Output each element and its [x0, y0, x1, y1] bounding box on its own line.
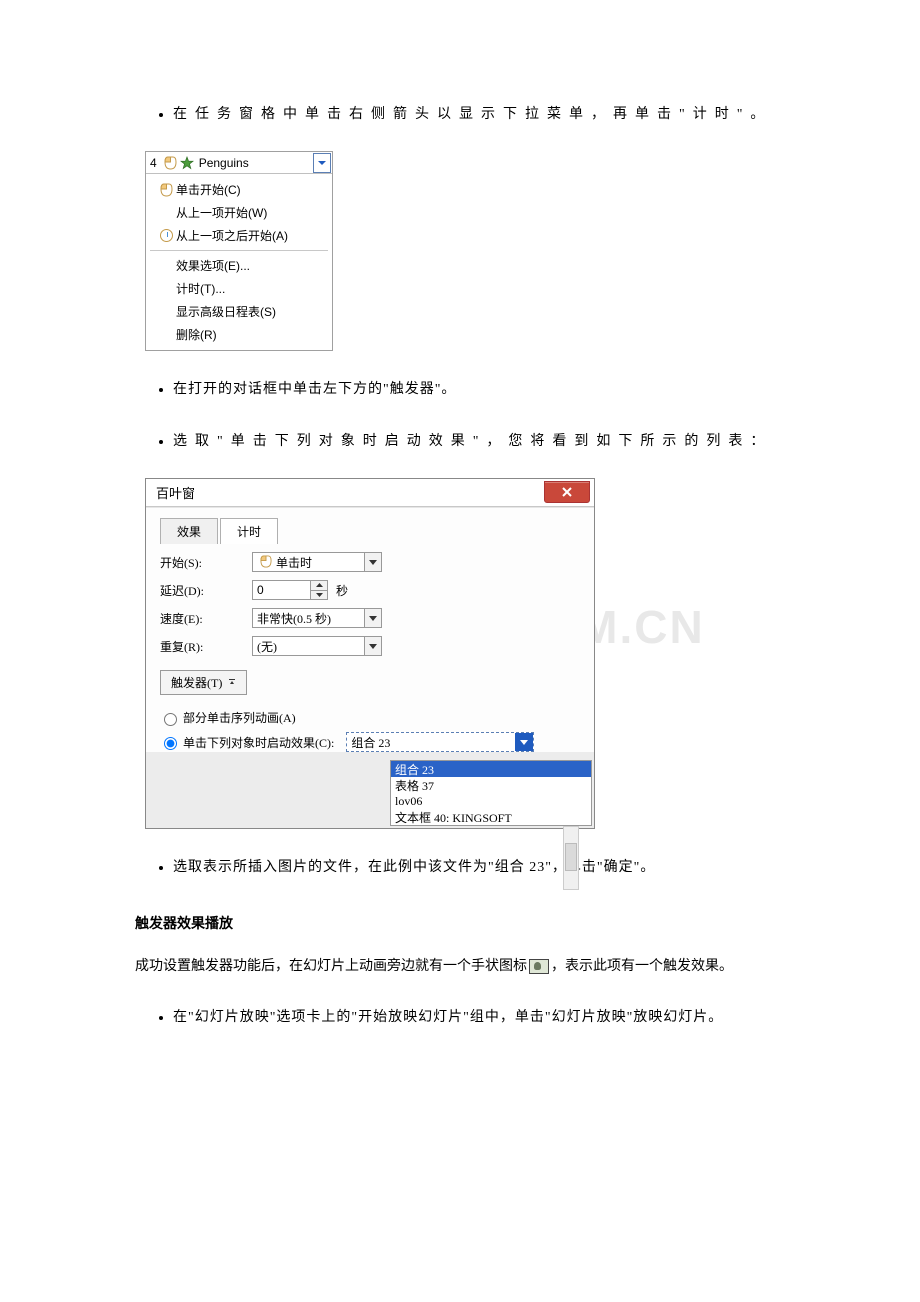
menu-item-label: 效果选项(E)...	[176, 257, 250, 274]
list-item[interactable]: 表格 37	[391, 777, 591, 793]
mouse-click-icon	[260, 555, 273, 569]
start-combo[interactable]: 单击时	[252, 552, 382, 572]
menu-item-label: 从上一项开始(W)	[176, 204, 267, 221]
menu-item-label: 从上一项之后开始(A)	[176, 227, 288, 244]
chevron-down-icon	[364, 637, 381, 655]
close-button[interactable]	[544, 481, 590, 503]
dropdown-arrow-button[interactable]	[313, 153, 331, 173]
repeat-value: (无)	[257, 638, 277, 655]
para-trigger-result: 成功设置触发器功能后，在幻灯片上动画旁边就有一个手状图标 ，表示此项有一个触发效果…	[135, 951, 785, 983]
chevron-down-icon	[515, 733, 533, 751]
menu-item-timing[interactable]: 计时(T)...	[146, 277, 332, 300]
delay-unit: 秒	[336, 582, 348, 599]
radio-sequence[interactable]	[164, 713, 177, 726]
menu-separator	[150, 250, 328, 251]
dialog-title: 百叶窗	[156, 483, 544, 502]
dropdown-menu-body: 单击开始(C) 从上一项开始(W) 从上一项之后开始(A) 效果选项(E)...	[146, 174, 332, 350]
spin-down-icon	[311, 591, 327, 600]
bullet-step-2: 在打开的对话框中单击左下方的"触发器"。	[173, 375, 785, 404]
chevron-up-icon	[228, 675, 236, 690]
menu-item-label: 单击开始(C)	[176, 181, 241, 198]
dropdown-header: 4 Penguins	[146, 152, 332, 174]
list-item[interactable]: 文本框 40: KINGSOFT	[391, 809, 591, 825]
menu-item-label: 计时(T)...	[176, 280, 225, 297]
close-icon	[561, 487, 573, 497]
menu-item-show-timeline[interactable]: 显示高级日程表(S)	[146, 300, 332, 323]
para-part-b: ，表示此项有一个触发效果。	[551, 959, 733, 974]
bullet-play: 在"幻灯片放映"选项卡上的"开始放映幻灯片"组中，单击"幻灯片放映"放映幻灯片。	[173, 1003, 785, 1032]
trigger-toggle-button[interactable]: 触发器(T)	[160, 670, 247, 695]
trigger-button-label: 触发器(T)	[171, 674, 222, 691]
radio-click-object[interactable]	[164, 737, 177, 750]
bullet-step-4: 选取表示所插入图片的文件，在此例中该文件为"组合 23"，单击"确定"。	[173, 853, 785, 882]
menu-item-label: 显示高级日程表(S)	[176, 303, 276, 320]
start-value: 单击时	[276, 554, 312, 571]
radio-click-object-label: 单击下列对象时启动效果(C):	[183, 734, 334, 751]
trigger-object-dropdown-list[interactable]: 组合 23 表格 37 lov06 文本框 40: KINGSOFT	[390, 760, 592, 826]
menu-item-with-previous[interactable]: 从上一项开始(W)	[146, 201, 332, 224]
list-item[interactable]: lov06	[391, 793, 591, 809]
trigger-object-combo[interactable]: 组合 23	[346, 732, 534, 752]
menu-item-click-start[interactable]: 单击开始(C)	[146, 178, 332, 201]
delay-label: 延迟(D):	[160, 582, 252, 599]
mouse-click-icon	[160, 183, 173, 197]
list-item[interactable]: 组合 23	[391, 761, 591, 777]
list-scrollbar[interactable]	[563, 826, 579, 890]
delay-value: 0	[253, 581, 310, 599]
section-heading: 触发器效果播放	[135, 913, 785, 933]
hand-cursor-icon	[529, 959, 549, 974]
dropdown-index: 4	[150, 156, 157, 170]
timing-dialog-figure: 百叶窗 效果 计时 开始(S): 单击时	[145, 478, 595, 829]
delay-spinner[interactable]: 0	[252, 580, 328, 600]
effect-star-icon	[180, 156, 194, 170]
tab-timing[interactable]: 计时	[220, 518, 278, 544]
radio-sequence-label: 部分单击序列动画(A)	[183, 709, 296, 726]
chevron-down-icon	[364, 553, 381, 571]
para-part-a: 成功设置触发器功能后，在幻灯片上动画旁边就有一个手状图标	[135, 959, 527, 974]
speed-label: 速度(E):	[160, 610, 252, 627]
mouse-click-icon	[164, 156, 177, 170]
tab-effect[interactable]: 效果	[160, 518, 218, 544]
scrollbar-thumb[interactable]	[565, 843, 577, 871]
chevron-down-icon	[364, 609, 381, 627]
trigger-object-value: 组合 23	[351, 734, 390, 751]
start-label: 开始(S):	[160, 554, 252, 571]
bullet-step-3: 选取"单击下列对象时启动效果"，您将看到如下所示的列表：	[173, 427, 785, 456]
spin-up-icon	[311, 581, 327, 591]
dialog-titlebar: 百叶窗	[146, 479, 594, 507]
menu-item-delete[interactable]: 删除(R)	[146, 323, 332, 346]
clock-icon	[160, 229, 173, 242]
dropdown-title: Penguins	[197, 156, 313, 170]
speed-value: 非常快(0.5 秒)	[257, 610, 331, 627]
repeat-label: 重复(R):	[160, 638, 252, 655]
menu-item-after-previous[interactable]: 从上一项之后开始(A)	[146, 224, 332, 247]
menu-item-effect-options[interactable]: 效果选项(E)...	[146, 254, 332, 277]
bullet-step-1: 在任务窗格中单击右侧箭头以显示下拉菜单，再单击"计时"。	[173, 100, 785, 129]
task-pane-dropdown-figure: 4 Penguins 单击开始(C)	[145, 151, 333, 351]
menu-item-label: 删除(R)	[176, 326, 217, 343]
repeat-combo[interactable]: (无)	[252, 636, 382, 656]
speed-combo[interactable]: 非常快(0.5 秒)	[252, 608, 382, 628]
